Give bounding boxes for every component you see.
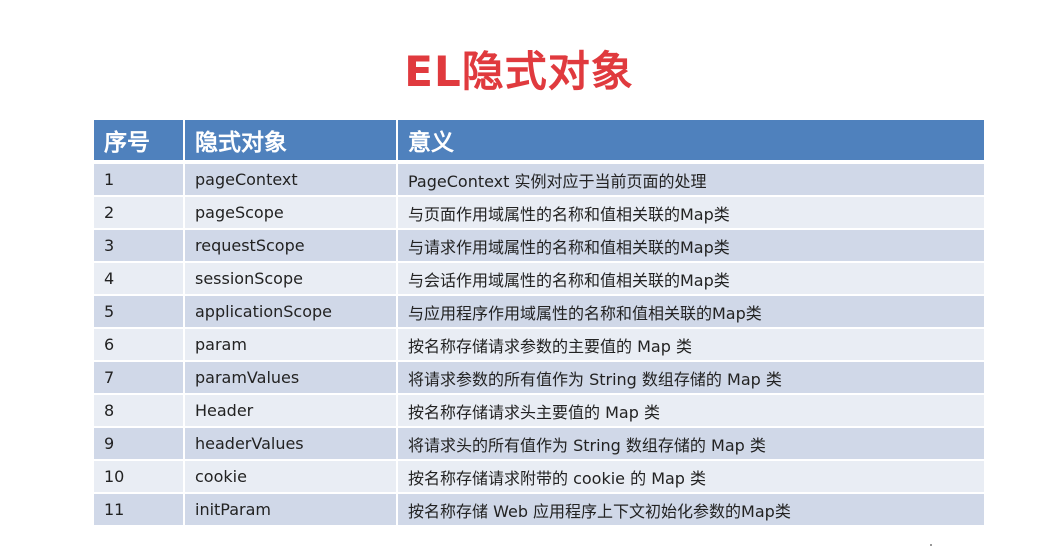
table-row: 6 param 按名称存储请求参数的主要值的 Map 类 [94, 327, 984, 360]
table-body: 1 pageContext PageContext 实例对应于当前页面的处理 2… [94, 162, 984, 525]
table-row: 10 cookie 按名称存储请求附带的 cookie 的 Map 类 [94, 459, 984, 492]
cell-meaning: 按名称存储请求参数的主要值的 Map 类 [396, 327, 984, 360]
cell-object: param [183, 327, 396, 360]
cell-meaning: 与会话作用域属性的名称和值相关联的Map类 [396, 261, 984, 294]
table-row: 3 requestScope 与请求作用域属性的名称和值相关联的Map类 [94, 228, 984, 261]
table-row: 11 initParam 按名称存储 Web 应用程序上下文初始化参数的Map类 [94, 492, 984, 525]
table-row: 7 paramValues 将请求参数的所有值作为 String 数组存储的 M… [94, 360, 984, 393]
cell-index: 9 [94, 426, 183, 459]
cell-object: sessionScope [183, 261, 396, 294]
cell-index: 3 [94, 228, 183, 261]
cell-object: paramValues [183, 360, 396, 393]
cell-meaning: 与页面作用域属性的名称和值相关联的Map类 [396, 195, 984, 228]
cell-meaning: 按名称存储 Web 应用程序上下文初始化参数的Map类 [396, 492, 984, 525]
table-row: 9 headerValues 将请求头的所有值作为 String 数组存储的 M… [94, 426, 984, 459]
cell-meaning: 按名称存储请求头主要值的 Map 类 [396, 393, 984, 426]
table-header-row: 序号 隐式对象 意义 [94, 120, 984, 162]
implicit-objects-table: 序号 隐式对象 意义 1 pageContext PageContext 实例对… [94, 120, 984, 525]
table-row: 1 pageContext PageContext 实例对应于当前页面的处理 [94, 162, 984, 195]
cell-object: pageContext [183, 162, 396, 195]
cell-index: 4 [94, 261, 183, 294]
table-row: 5 applicationScope 与应用程序作用域属性的名称和值相关联的Ma… [94, 294, 984, 327]
cell-object: initParam [183, 492, 396, 525]
cell-meaning: PageContext 实例对应于当前页面的处理 [396, 162, 984, 195]
table-row: 2 pageScope 与页面作用域属性的名称和值相关联的Map类 [94, 195, 984, 228]
cell-index: 2 [94, 195, 183, 228]
cell-index: 6 [94, 327, 183, 360]
cell-index: 10 [94, 459, 183, 492]
table-header: 序号 隐式对象 意义 [94, 120, 984, 162]
cell-object: headerValues [183, 426, 396, 459]
cell-object: Header [183, 393, 396, 426]
cell-index: 11 [94, 492, 183, 525]
header-implicit-object: 隐式对象 [183, 120, 396, 162]
slide-corner-mark [930, 544, 932, 546]
cell-object: pageScope [183, 195, 396, 228]
cell-meaning: 与请求作用域属性的名称和值相关联的Map类 [396, 228, 984, 261]
cell-meaning: 将请求参数的所有值作为 String 数组存储的 Map 类 [396, 360, 984, 393]
cell-object: requestScope [183, 228, 396, 261]
cell-meaning: 与应用程序作用域属性的名称和值相关联的Map类 [396, 294, 984, 327]
cell-index: 5 [94, 294, 183, 327]
cell-index: 1 [94, 162, 183, 195]
cell-index: 7 [94, 360, 183, 393]
slide-title: EL隐式对象 [404, 47, 634, 96]
table-row: 8 Header 按名称存储请求头主要值的 Map 类 [94, 393, 984, 426]
header-meaning: 意义 [396, 120, 984, 162]
cell-object: applicationScope [183, 294, 396, 327]
cell-index: 8 [94, 393, 183, 426]
cell-object: cookie [183, 459, 396, 492]
table-row: 4 sessionScope 与会话作用域属性的名称和值相关联的Map类 [94, 261, 984, 294]
header-index: 序号 [94, 120, 183, 162]
cell-meaning: 按名称存储请求附带的 cookie 的 Map 类 [396, 459, 984, 492]
cell-meaning: 将请求头的所有值作为 String 数组存储的 Map 类 [396, 426, 984, 459]
